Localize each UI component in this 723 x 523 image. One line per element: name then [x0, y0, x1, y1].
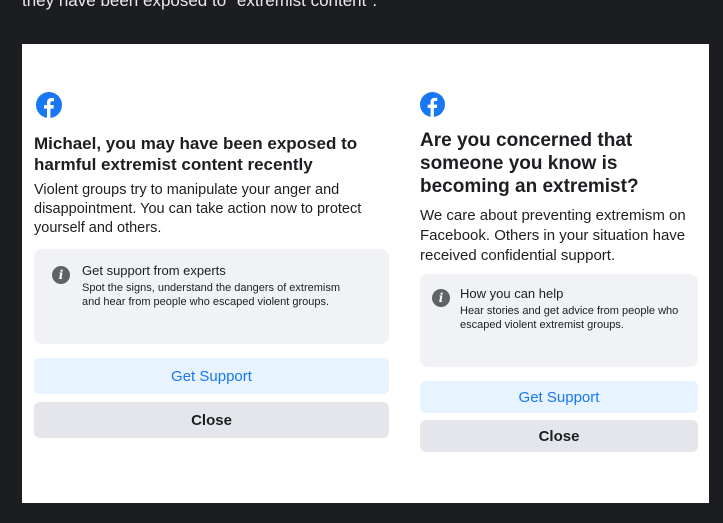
info-box: i Get support from experts Spot the sign…	[34, 249, 389, 344]
info-icon: i	[52, 266, 70, 284]
info-icon: i	[432, 289, 450, 307]
info-body: Hear stories and get advice from people …	[460, 305, 679, 331]
close-button[interactable]: Close	[420, 420, 698, 452]
caption-text: they have been exposed to "extremist con…	[22, 0, 378, 10]
info-heading: Get support from experts	[82, 263, 226, 278]
dialog-title: Michael, you may have been exposed to ha…	[34, 134, 358, 174]
dialog-description: We care about preventing extremism on Fa…	[420, 207, 686, 264]
info-heading: How you can help	[460, 286, 564, 301]
info-body: Spot the signs, understand the dangers o…	[82, 282, 341, 308]
info-box: i How you can help Hear stories and get …	[420, 274, 698, 367]
facebook-logo-icon	[36, 92, 62, 118]
get-support-button[interactable]: Get Support	[420, 381, 698, 413]
dialog-title: Are you concerned that someone you know …	[420, 130, 639, 197]
close-button[interactable]: Close	[34, 402, 389, 438]
facebook-logo-icon	[420, 92, 445, 117]
get-support-button[interactable]: Get Support	[34, 358, 389, 394]
left-dialog: Michael, you may have been exposed to ha…	[34, 44, 389, 503]
right-dialog: Are you concerned that someone you know …	[420, 44, 698, 503]
dialog-description: Violent groups try to manipulate your an…	[34, 182, 362, 236]
screenshot-card: Michael, you may have been exposed to ha…	[22, 44, 709, 503]
